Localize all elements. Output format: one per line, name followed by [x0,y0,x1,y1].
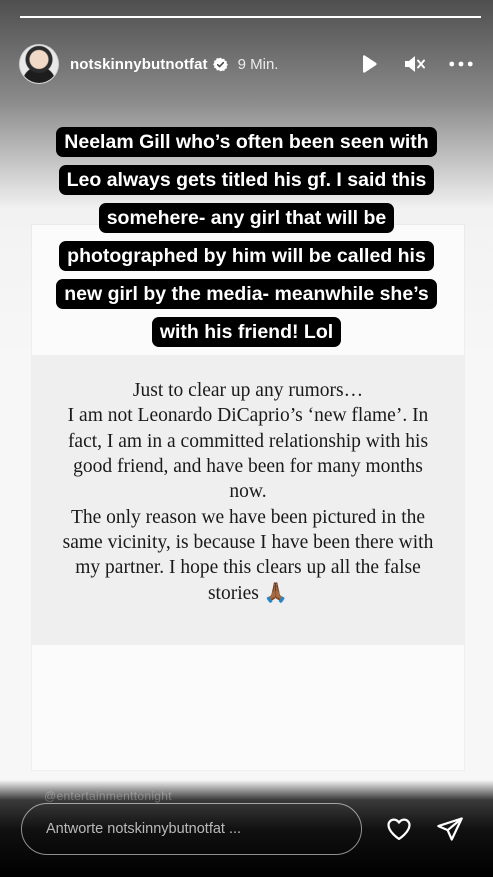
avatar[interactable] [20,45,58,83]
text-sticker: Neelam Gill who’s often been seen with L… [30,124,463,352]
heart-icon[interactable] [385,815,413,843]
caption-line: somehere- any girl that will be [98,203,395,233]
caption-line: with his friend! Lol [151,317,342,347]
story-controls [357,52,473,76]
story-header: notskinnybutnotfat 9 Min. [20,44,473,84]
statement-panel: Just to clear up any rumors… I am not Le… [32,355,464,645]
caption-line: new girl by the media- meanwhile she’s [56,279,437,309]
caption-line: photographed by him will be called his [59,241,434,271]
send-icon[interactable] [436,815,464,843]
progress-segment [20,16,481,18]
verified-badge-icon [212,57,228,72]
story-viewer[interactable]: notskinnybutnotfat 9 Min. Just to clear … [0,0,493,877]
more-icon[interactable] [449,52,473,76]
play-icon[interactable] [357,52,381,76]
progress-fill [20,16,481,18]
caption-line: Leo always gets titled his gf. I said th… [58,165,435,195]
reply-input[interactable] [21,803,362,855]
source-watermark: @entertainmenttonight [44,789,172,803]
muted-speaker-icon[interactable] [403,52,427,76]
caption-line: Neelam Gill who’s often been seen with [56,127,437,157]
post-time: 9 Min. [237,55,279,73]
story-progress-bar [20,16,481,18]
username[interactable]: notskinnybutnotfat [70,56,208,73]
statement-text: Just to clear up any rumors… I am not Le… [62,380,434,604]
